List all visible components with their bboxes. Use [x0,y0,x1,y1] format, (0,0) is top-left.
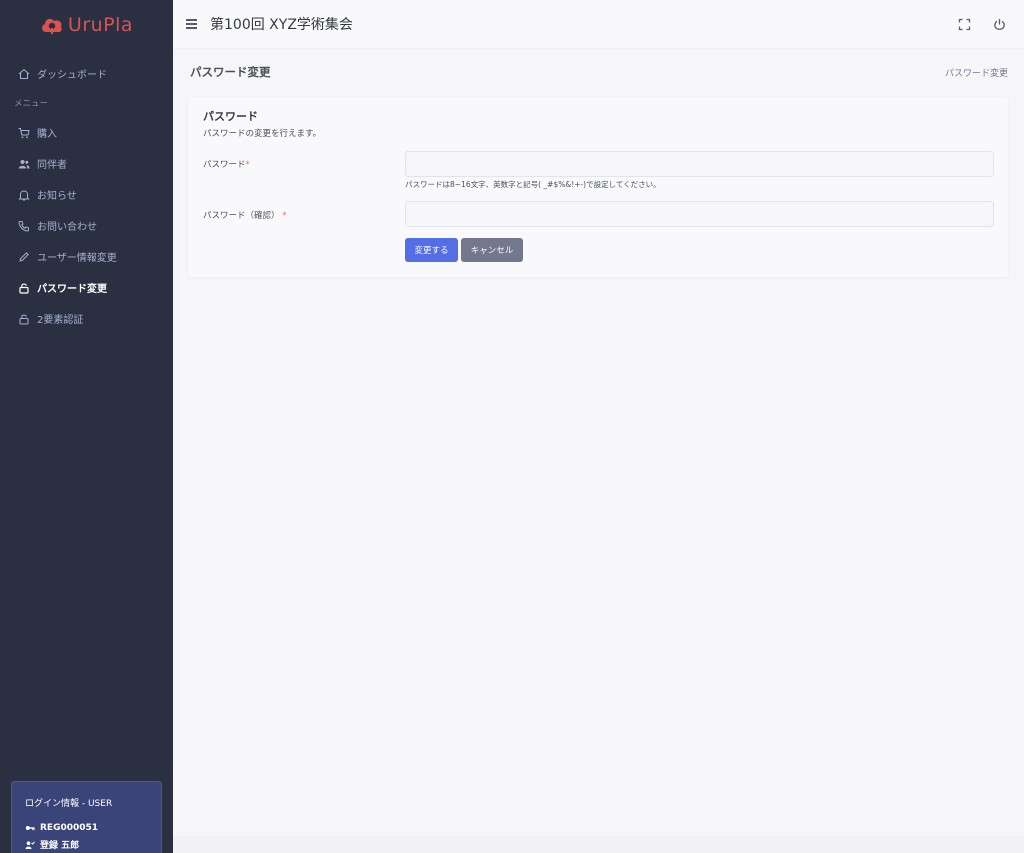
breadcrumb[interactable]: パスワード変更 [945,66,1008,79]
footer [173,836,1024,853]
sidebar-item-label: ユーザー情報変更 [37,253,117,264]
login-name: 登録 五郎 [40,841,80,851]
users-icon [18,159,30,168]
cart-icon [18,127,30,138]
password-confirm-label-text: パスワード（確認） [203,211,280,221]
page-title-bar: パスワード変更 パスワード変更 [190,62,1008,82]
sidebar: UruPla ダッシュボード メニュー 購入 同伴者 お知らせ お問い合わせ ユ… [0,0,173,853]
sidebar-item-label: 2要素認証 [37,315,84,326]
required-mark: * [282,211,287,221]
login-name-row: 登録 五郎 [25,838,148,851]
login-info-card: ログイン情報 - USER REG000051 登録 五郎 [11,781,162,853]
page-title: パスワード変更 [190,65,271,79]
sidebar-item-dashboard[interactable]: ダッシュボード [0,58,173,89]
sidebar-item-password[interactable]: パスワード変更 [0,272,173,303]
password-label-text: パスワード [203,160,246,170]
login-id: REG000051 [40,823,99,833]
sidebar-item-companions[interactable]: 同伴者 [0,148,173,179]
sidebar-item-label: パスワード変更 [37,284,107,295]
password-confirm-input[interactable] [405,201,994,227]
login-id-row: REG000051 [25,823,148,833]
password-confirm-label: パスワード（確認） * [203,209,286,221]
card-title: パスワード [203,110,258,123]
brand-name: UruPla [67,14,134,36]
menu-section-title: メニュー [14,99,49,109]
sidebar-item-purchase[interactable]: 購入 [0,117,173,148]
sidebar-item-notices[interactable]: お知らせ [0,179,173,210]
sidebar-item-label: お知らせ [37,191,77,202]
card-description: パスワードの変更を行えます。 [203,129,322,139]
sidebar-item-label: 同伴者 [37,160,67,171]
user-check-icon [25,840,35,849]
sidebar-item-label: ダッシュボード [37,70,107,81]
sidebar-item-2fa[interactable]: 2要素認証 [0,303,173,334]
header-actions [958,18,1006,31]
required-mark: * [245,160,250,170]
phone-icon [18,220,29,232]
sidebar-item-user-info[interactable]: ユーザー情報変更 [0,241,173,272]
password-card: パスワード パスワードの変更を行えます。 パスワード* パスワードは8~16文字… [188,97,1008,277]
key-icon [25,826,35,831]
password-help-text: パスワードは8~16文字、英数字と記号( _#$%&!+-)で設定してください。 [405,180,661,189]
logo-icon [42,18,62,34]
event-title: 第100回 XYZ学術集会 [210,17,353,33]
lock-icon [19,282,29,294]
topbar: 第100回 XYZ学術集会 [173,0,1024,48]
menu-toggle-icon[interactable] [186,17,197,32]
sidebar-item-contact[interactable]: お問い合わせ [0,210,173,241]
sidebar-nav: ダッシュボード メニュー 購入 同伴者 お知らせ お問い合わせ ユーザー情報変更… [0,50,173,334]
sidebar-item-label: 購入 [37,129,57,140]
change-button[interactable]: 変更する [405,238,458,262]
bell-icon [18,189,30,200]
login-info-title: ログイン情報 - USER [25,799,113,809]
password-input[interactable] [405,151,994,177]
password-label: パスワード* [203,158,250,170]
power-icon[interactable] [993,18,1006,31]
pencil-icon [19,251,29,262]
fullscreen-icon[interactable] [958,18,971,31]
home-icon [18,68,30,79]
lock-icon [19,314,29,324]
brand-logo[interactable]: UruPla [0,0,173,50]
cancel-button[interactable]: キャンセル [461,238,523,262]
sidebar-item-label: お問い合わせ [37,222,97,233]
